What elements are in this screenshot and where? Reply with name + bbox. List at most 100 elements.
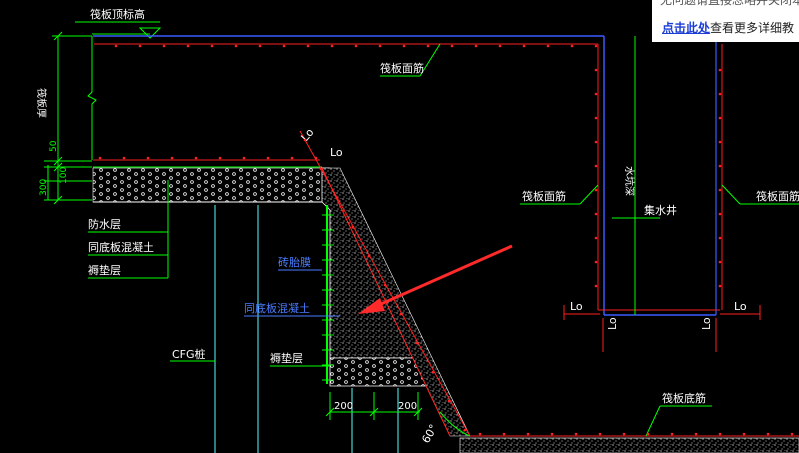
slope-rebar-dot: [335, 196, 339, 200]
pit-wall-rebar-dot: [718, 92, 722, 96]
dim-200-right-label: 200: [398, 401, 417, 412]
top-rebar-dot: [282, 44, 286, 48]
pit-wall-rebar-dot: [718, 284, 722, 288]
top-rebar-dot: [354, 44, 358, 48]
raft-bottom-rebar-label: 筏板底筋: [662, 391, 706, 405]
pit-wall-rebar-dot: [718, 188, 722, 192]
slope-rebar-dot: [463, 428, 467, 432]
top-rebar-dot: [138, 44, 142, 48]
same-grade-concrete-center-label: 同底板混凝土: [244, 301, 310, 315]
pit-wall-rebar-dot: [594, 284, 598, 288]
bottom-rebar-dot: [670, 432, 674, 436]
cushion-layer-center-label: 褥垫层: [270, 351, 303, 365]
waterproof-membrane-label: 砖胎膜: [278, 255, 311, 269]
ground-rebar-dot: [122, 156, 126, 160]
ground-rebar-dot: [266, 156, 270, 160]
pit-leaders: [380, 36, 799, 437]
pit-wall-rebar-dot: [594, 92, 598, 96]
top-rebar-dot: [162, 44, 166, 48]
bottom-rebar-dot: [742, 432, 746, 436]
bottom-rebar-dot: [598, 432, 602, 436]
top-rebar-dot: [186, 44, 190, 48]
pit-wall-rebar-dot: [594, 236, 598, 240]
pit-wall-rebar-dot: [594, 68, 598, 72]
slope-rebar-dot: [399, 312, 403, 316]
top-rebar-dot: [498, 44, 502, 48]
top-rebar-dot: [426, 44, 430, 48]
ground-rebar-dot: [290, 156, 294, 160]
left-dimension-chain: [44, 31, 97, 205]
angle-60-label: 60°: [419, 422, 440, 445]
top-rebar-dot: [594, 44, 598, 48]
same-grade-concrete-left-label: 同底板混凝土: [88, 240, 154, 254]
pit-wall-rebar-dot: [594, 260, 598, 264]
top-rebar-dot: [522, 44, 526, 48]
ground-rebar-dot: [314, 156, 318, 160]
raft-top-rebar-pit-right-label: 筏板面筋: [756, 189, 799, 203]
pit-wall-rebar-dot: [594, 164, 598, 168]
top-rebar-dot: [210, 44, 214, 48]
pit-wall-rebar-dot: [718, 212, 722, 216]
raft-top-rebar-pit-left-label: 筏板面筋: [522, 189, 566, 203]
ground-rebar-dot: [218, 156, 222, 160]
pit-wall-rebar-dot: [718, 68, 722, 72]
pit-wall-rebar-dot: [594, 188, 598, 192]
tooltip-line2-rest: 查看更多详细教: [710, 21, 795, 35]
slope-rebar-dot: [367, 254, 371, 258]
pit-wall-rebar-dot: [718, 116, 722, 120]
raft-top-rebar-label: 筏板面筋: [380, 61, 424, 75]
top-rebar-dot: [546, 44, 550, 48]
bottom-rebar-dot: [790, 432, 794, 436]
pit-wall-rebar-dot: [718, 140, 722, 144]
pit-wall-rebar-dot: [594, 140, 598, 144]
top-rebar-dot: [330, 44, 334, 48]
ground-rebar-dot: [242, 156, 246, 160]
help-tooltip: 无问题请直接忽略并关闭本 点击此处查看更多详细教: [652, 0, 799, 42]
raft-thickness-label: 筏板厚: [35, 88, 48, 118]
cad-drawing: 筏板顶标高 筏板面筋 筏板厚 50 100 300 防水层 同底板混凝土 褥垫层…: [35, 7, 799, 453]
bottom-rebar-dot: [574, 432, 578, 436]
slope-rebar-dot: [431, 370, 435, 374]
cushion-layer-left-label: 褥垫层: [88, 263, 121, 277]
ground-rebar-dot: [194, 156, 198, 160]
bottom-rebar-dot: [646, 432, 650, 436]
top-rebar-dot: [114, 44, 118, 48]
ground-rebar-dot: [170, 156, 174, 160]
bottom-rebar-dot: [526, 432, 530, 436]
sump-pit-label: 集水井: [644, 203, 677, 217]
pit-wall-rebar-dot: [718, 164, 722, 168]
slope-body: [299, 130, 799, 453]
lo-slope-1-label: Lo: [298, 126, 316, 144]
slope-rebar-dot: [303, 138, 307, 142]
top-rebar-dot: [258, 44, 262, 48]
top-rebar-dot: [402, 44, 406, 48]
slope-rebar-dot: [447, 399, 451, 403]
bottom-rebar-dot: [550, 432, 554, 436]
ground-rebar-dot: [98, 156, 102, 160]
dim-50-label: 50: [49, 140, 59, 152]
bottom-rebar-dot: [718, 432, 722, 436]
pit-wall-rebar-dot: [594, 212, 598, 216]
ground-rebar-dot: [146, 156, 150, 160]
pit-depth-label: 水坑深: [623, 166, 636, 196]
pit-wall-rebar-dot: [718, 236, 722, 240]
dim-100-label: 100: [59, 167, 69, 184]
top-rebar-dot: [450, 44, 454, 48]
lo-left-h-label: Lo: [570, 300, 583, 313]
dim-300-label: 300: [39, 179, 49, 196]
pit-wall-rebar-dot: [718, 260, 722, 264]
cfg-pile-label: CFG桩: [172, 347, 206, 361]
bottom-rebar-dot: [766, 432, 770, 436]
bottom-rebar-dot: [502, 432, 506, 436]
lo-right-v-label: Lo: [700, 317, 713, 330]
top-rebar-dot: [378, 44, 382, 48]
left-base-layers: [92, 159, 324, 203]
waterproof-layer-label: 防水层: [88, 217, 121, 231]
slope-rebar-dot: [415, 341, 419, 345]
lo-left-v-label: Lo: [606, 317, 619, 330]
top-rebar-dot: [234, 44, 238, 48]
lo-slope-2-label: Lo: [330, 146, 343, 159]
top-rebar-dot: [306, 44, 310, 48]
top-rebar-dot: [474, 44, 478, 48]
tooltip-link[interactable]: 点击此处: [662, 21, 710, 35]
